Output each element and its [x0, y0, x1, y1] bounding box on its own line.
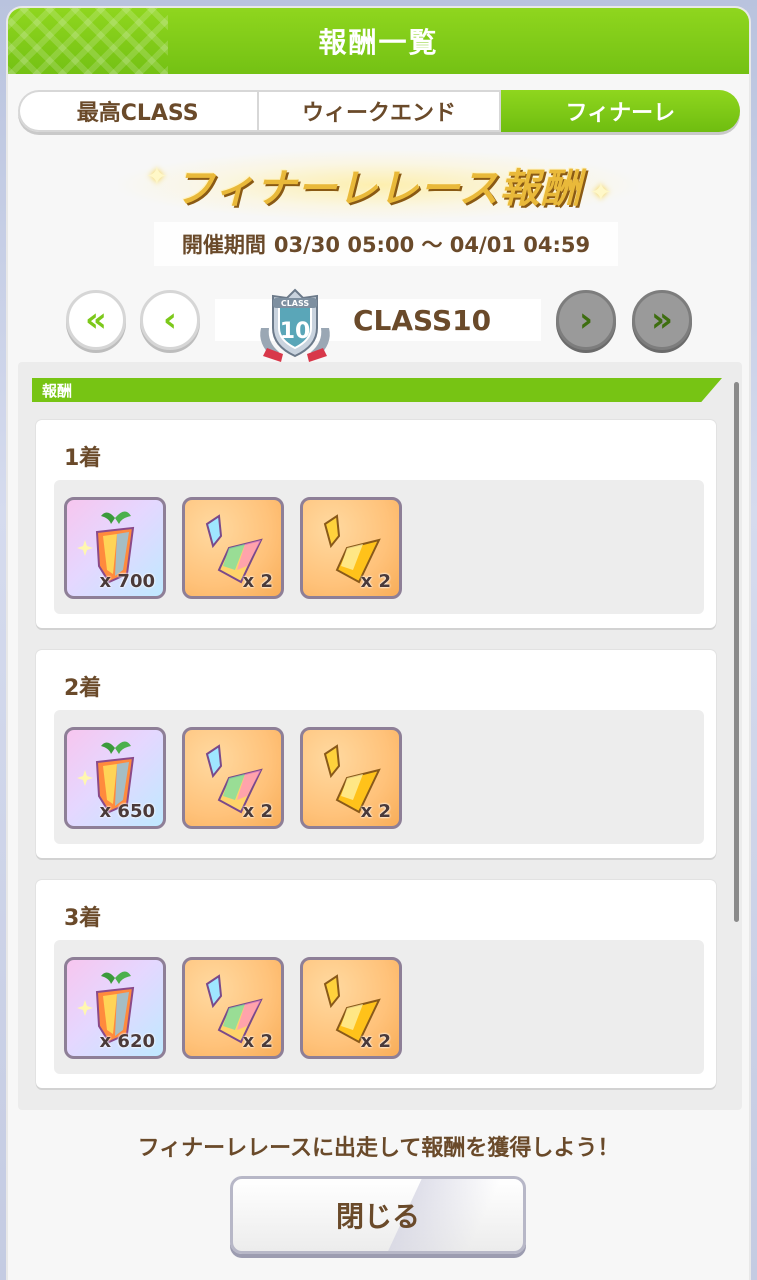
class-emblem-icon: CLASS 10 — [260, 288, 330, 362]
sparkle-icon: ✦ — [590, 178, 612, 208]
reward-card-rank-1: 1着 x 700 x 2 x 2 — [36, 420, 716, 628]
emblem-class-text: CLASS — [281, 299, 310, 308]
reward-item[interactable]: x 2 — [182, 497, 284, 599]
rank-label: 3着 — [64, 906, 102, 931]
reward-card-rank-2: 2着 x 650 x 2 x 2 — [36, 650, 716, 858]
double-chevron-left-icon: « — [85, 300, 107, 340]
item-count: x 700 — [99, 571, 155, 592]
class-navigation: « ‹ CLASS10 CLASS 10 › » — [8, 284, 749, 362]
reward-item[interactable]: x 2 — [300, 957, 402, 1059]
reward-card-rank-3: 3着 x 620 x 2 x 2 — [36, 880, 716, 1088]
first-class-button[interactable]: « — [66, 290, 126, 350]
reward-item[interactable]: x 2 — [182, 727, 284, 829]
rank-label: 1着 — [64, 446, 102, 471]
finale-reward-banner: ✦ フィナーレレース報酬 ✦ — [118, 150, 638, 220]
emblem-number: 10 — [280, 319, 311, 344]
reward-list-dialog: 報酬一覧 最高CLASS ウィークエンド フィナーレ ✦ フィナーレレース報酬 … — [8, 8, 749, 1280]
tab-finale[interactable]: フィナーレ — [500, 90, 740, 132]
title-bar: 報酬一覧 — [8, 8, 749, 74]
item-count: x 2 — [242, 571, 273, 592]
rank-label: 2着 — [64, 676, 102, 701]
chevron-right-icon: › — [578, 300, 593, 340]
tab-highest-class[interactable]: 最高CLASS — [18, 90, 260, 132]
period-value: 03/30 05:00 〜 04/01 04:59 — [273, 233, 591, 257]
reward-item[interactable]: x 620 — [64, 957, 166, 1059]
sparkle-icon: ✦ — [146, 162, 168, 192]
reward-items-tray: x 620 x 2 x 2 — [54, 940, 704, 1074]
reward-item[interactable]: x 650 — [64, 727, 166, 829]
item-count: x 620 — [99, 1031, 155, 1052]
close-button[interactable]: 閉じる — [230, 1176, 526, 1254]
section-title: 報酬 — [42, 382, 73, 400]
period-label: 開催期間 — [181, 233, 266, 257]
class-label: CLASS10 — [353, 303, 492, 337]
item-count: x 2 — [242, 801, 273, 822]
info-message: フィナーレレースに出走して報酬を獲得しよう！ — [137, 1136, 620, 1161]
scrollbar[interactable] — [734, 382, 739, 922]
reward-items-tray: x 700 x 2 x 2 — [54, 480, 704, 614]
item-count: x 2 — [360, 571, 391, 592]
item-count: x 2 — [360, 1031, 391, 1052]
tab-weekend[interactable]: ウィークエンド — [259, 90, 501, 132]
banner-title: フィナーレレース報酬 — [174, 166, 582, 212]
reward-item[interactable]: x 700 — [64, 497, 166, 599]
previous-class-button[interactable]: ‹ — [140, 290, 200, 350]
reward-items-tray: x 650 x 2 x 2 — [54, 710, 704, 844]
item-count: x 2 — [360, 801, 391, 822]
next-class-button[interactable]: › — [556, 290, 616, 350]
last-class-button[interactable]: » — [632, 290, 692, 350]
section-header: 報酬 — [32, 378, 722, 402]
reward-item[interactable]: x 2 — [300, 727, 402, 829]
item-count: x 2 — [242, 1031, 273, 1052]
double-chevron-right-icon: » — [651, 300, 673, 340]
reward-panel[interactable]: 報酬 1着 x 700 x 2 x 2 2着 x 650 x 2 x 2 3着 … — [18, 362, 742, 1110]
event-period: 開催期間 03/30 05:00 〜 04/01 04:59 — [154, 222, 618, 266]
item-count: x 650 — [99, 801, 155, 822]
reward-item[interactable]: x 2 — [300, 497, 402, 599]
tab-bar: 最高CLASS ウィークエンド フィナーレ — [18, 90, 740, 132]
chevron-left-icon: ‹ — [162, 300, 177, 340]
reward-item[interactable]: x 2 — [182, 957, 284, 1059]
close-button-label: 閉じる — [335, 1200, 420, 1233]
dialog-title: 報酬一覧 — [318, 26, 439, 59]
